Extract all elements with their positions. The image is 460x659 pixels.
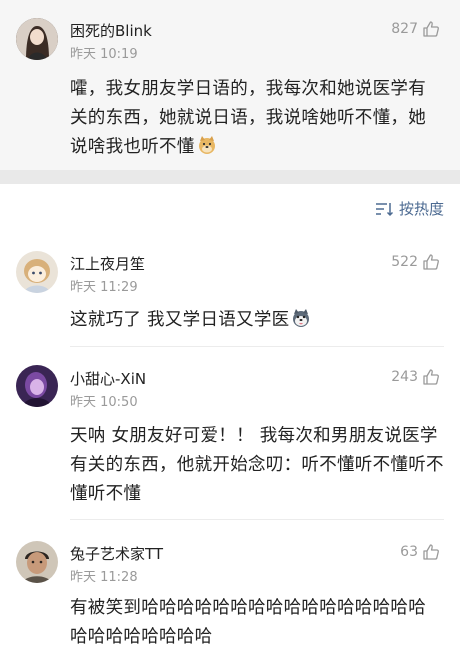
timestamp: 昨天 11:29 xyxy=(70,280,138,295)
doge-emoji-icon xyxy=(197,135,217,155)
avatar[interactable] xyxy=(16,541,58,583)
comment-text: 这就巧了 我又学日语又学医 xyxy=(70,306,442,335)
timestamp: 昨天 10:50 xyxy=(70,395,138,410)
timestamp: 昨天 11:28 xyxy=(70,570,138,585)
thumb-up-icon xyxy=(423,21,439,37)
username[interactable]: 兔子艺术家TT xyxy=(70,543,163,564)
main-comment: 困死的Blink 昨天 10:19 827 嚯，我女朋友学日语的，我每次和她说医… xyxy=(0,0,460,170)
username[interactable]: 江上夜月笙 xyxy=(70,253,145,274)
like-button[interactable]: 827 xyxy=(391,20,440,38)
like-button[interactable]: 522 xyxy=(391,253,440,271)
sort-icon xyxy=(375,202,393,216)
sort-button[interactable]: 按热度 xyxy=(375,198,444,219)
like-count: 827 xyxy=(391,21,418,37)
like-count: 522 xyxy=(391,254,418,270)
like-count: 63 xyxy=(400,544,418,560)
thumb-up-icon xyxy=(423,544,439,560)
comment-text: 嚯，我女朋友学日语的，我每次和她说医学有关的东西，她就说日语，我说啥她听不懂，她… xyxy=(70,79,426,157)
thumb-up-icon xyxy=(423,369,439,385)
avatar[interactable] xyxy=(16,251,58,293)
avatar[interactable] xyxy=(16,365,58,407)
divider xyxy=(70,519,444,520)
section-gap xyxy=(0,170,460,184)
like-count: 243 xyxy=(391,369,418,385)
sort-bar: 按热度 xyxy=(0,184,460,234)
avatar[interactable] xyxy=(16,18,58,60)
username[interactable]: 小甜心-XiN xyxy=(70,368,146,389)
username[interactable]: 困死的Blink xyxy=(70,20,152,41)
like-button[interactable]: 63 xyxy=(400,543,440,561)
sort-label: 按热度 xyxy=(398,200,444,218)
thumb-up-icon xyxy=(423,254,439,270)
like-button[interactable]: 243 xyxy=(391,368,440,386)
comment-text: 天呐 女朋友好可爱！！ 我每次和男朋友说医学有关的东西，他就开始念叨：听不懂听不… xyxy=(70,426,444,504)
comment-text: 有被笑到哈哈哈哈哈哈哈哈哈哈哈哈哈哈哈哈哈哈哈哈哈哈哈哈 xyxy=(70,598,426,647)
husky-emoji-icon xyxy=(291,308,311,328)
timestamp: 昨天 10:19 xyxy=(70,47,138,62)
divider xyxy=(70,346,444,347)
